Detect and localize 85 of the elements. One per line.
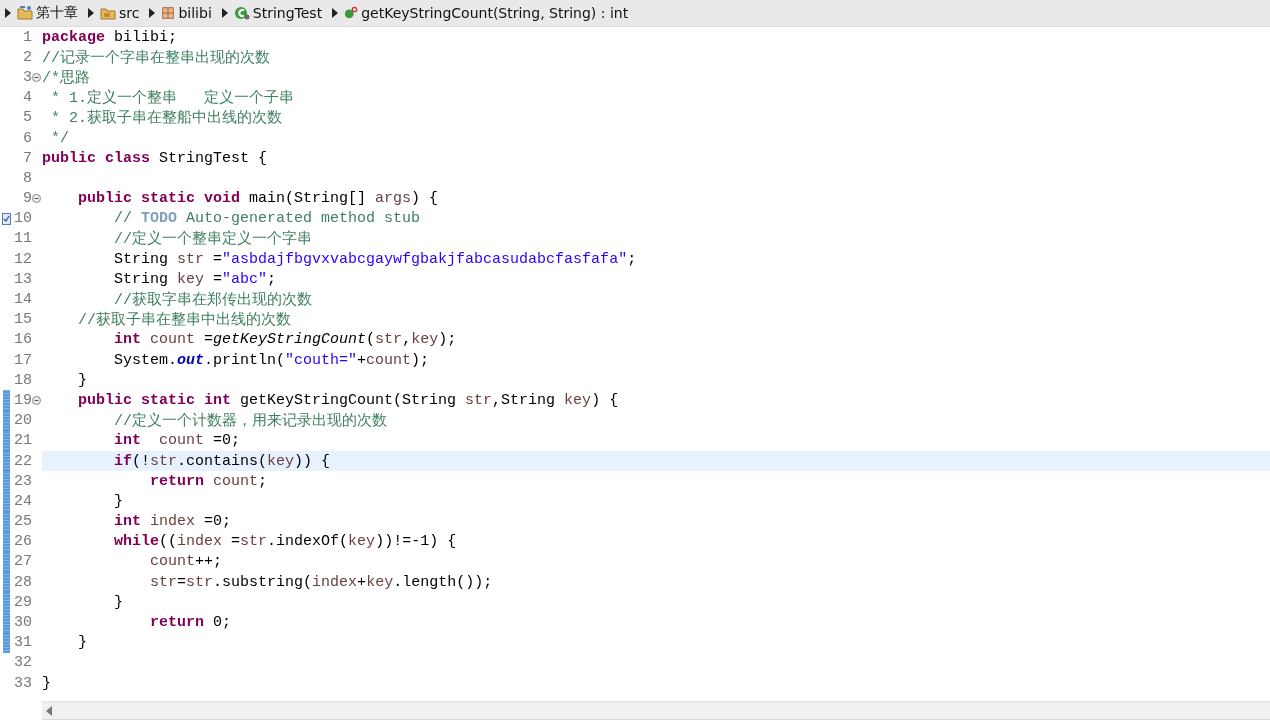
line-number: 10 bbox=[13, 210, 32, 228]
line-number: 7 bbox=[22, 149, 32, 167]
code-line: String key ="abc"; bbox=[113, 270, 277, 288]
code-line: //定义一个整串定义一个字串 bbox=[113, 229, 312, 249]
code-line: System.out.println("couth="+count); bbox=[113, 351, 430, 369]
class-icon bbox=[233, 5, 250, 21]
line-number: 18 bbox=[13, 371, 32, 389]
line-number: 2 bbox=[22, 48, 32, 66]
code-line: * 2.获取子串在整船中出线的次数 bbox=[50, 108, 282, 128]
code-line: //定义一个计数器，用来记录出现的次数 bbox=[113, 411, 387, 431]
code-line: public class StringTest { bbox=[42, 149, 268, 167]
line-number: 8 bbox=[22, 169, 32, 187]
breadcrumb-item[interactable]: src bbox=[100, 5, 144, 21]
line-number: 31 bbox=[13, 634, 32, 652]
code-line: return count; bbox=[149, 472, 268, 490]
line-number: 22 bbox=[13, 452, 32, 470]
package-icon bbox=[161, 6, 176, 20]
code-line: if(!str.contains(key)) { bbox=[113, 452, 331, 470]
fold-icon[interactable] bbox=[32, 72, 41, 82]
code-line: //记录一个字串在整串出现的次数 bbox=[42, 48, 270, 67]
fold-icon[interactable] bbox=[32, 395, 41, 405]
line-number: 4 bbox=[22, 89, 32, 107]
breadcrumb-item[interactable]: StringTest bbox=[233, 5, 327, 21]
line-number: 23 bbox=[13, 472, 32, 490]
code-line: /*思路 bbox=[42, 68, 90, 87]
line-number: 1 bbox=[22, 28, 32, 46]
scroll-left-icon[interactable] bbox=[46, 705, 52, 716]
line-number: 3 bbox=[22, 68, 32, 86]
line-number: 25 bbox=[13, 513, 32, 531]
code-line: int count =0; bbox=[113, 432, 241, 450]
line-number: 15 bbox=[13, 311, 32, 329]
line-number: 12 bbox=[13, 250, 32, 268]
code-line: //获取子串在整串中出线的次数 bbox=[77, 310, 291, 330]
code-line: //获取字串在郑传出现的次数 bbox=[113, 290, 312, 310]
code-line: public static int getKeyStringCount(String str,String key) { bbox=[77, 391, 619, 409]
line-number: 30 bbox=[13, 614, 32, 632]
line-number: 17 bbox=[13, 351, 32, 369]
task-marker-icon[interactable] bbox=[2, 212, 11, 225]
breadcrumb-item[interactable]: getKeyStringCount(String, String) : int bbox=[344, 5, 633, 21]
code-line: count++; bbox=[149, 553, 223, 571]
line-number: 13 bbox=[13, 270, 32, 288]
project-folder-icon bbox=[17, 5, 33, 21]
caret-icon[interactable] bbox=[5, 8, 11, 18]
line-number: 24 bbox=[13, 492, 32, 510]
line-number: 21 bbox=[13, 432, 32, 450]
method-icon bbox=[344, 6, 359, 20]
line-number: 20 bbox=[13, 412, 32, 430]
code-line: public static void main(String[] args) { bbox=[77, 190, 439, 208]
caret-icon[interactable] bbox=[88, 8, 94, 18]
code-line: return 0; bbox=[149, 614, 232, 632]
caret-icon[interactable] bbox=[149, 8, 156, 18]
code-line: while((index =str.indexOf(key))!=-1) { bbox=[113, 533, 457, 551]
line-number: 11 bbox=[13, 230, 32, 248]
code-line: package bilibi; bbox=[42, 28, 178, 46]
line-number: 5 bbox=[22, 109, 32, 127]
line-number: 33 bbox=[13, 674, 32, 692]
horizontal-scrollbar[interactable] bbox=[42, 701, 1270, 720]
line-number: 26 bbox=[13, 533, 32, 551]
line-number: 16 bbox=[13, 331, 32, 349]
line-number: 28 bbox=[13, 573, 32, 591]
line-number: 9 bbox=[22, 190, 32, 208]
caret-icon[interactable] bbox=[332, 8, 339, 18]
line-number: 32 bbox=[13, 654, 32, 672]
line-number: 14 bbox=[13, 291, 32, 309]
code-line: } bbox=[42, 674, 51, 692]
code-line: String str ="asbdajfbgvxvabcgaywfgbakjfabcasudabcfasfafa"; bbox=[113, 250, 637, 268]
code-line: int count =getKeyStringCount(str,key); bbox=[113, 331, 457, 349]
breadcrumb-item[interactable]: bilibi bbox=[161, 5, 216, 21]
code-line: str=str.substring(index+key.length()); bbox=[149, 573, 493, 591]
line-number: 27 bbox=[13, 553, 32, 571]
code-line: int index =0; bbox=[113, 513, 232, 531]
code-line: } bbox=[77, 634, 87, 652]
code-line: } bbox=[77, 371, 87, 389]
code-line: */ bbox=[50, 129, 69, 147]
code-line: } bbox=[113, 492, 123, 510]
line-number: 6 bbox=[22, 129, 32, 147]
code-line: // TODO Auto-generated method stub bbox=[113, 210, 421, 228]
code-line: * 1.定义一个整串 定义一个子串 bbox=[50, 88, 294, 108]
code-line: } bbox=[113, 593, 123, 611]
caret-icon[interactable] bbox=[221, 8, 228, 18]
breadcrumb-item[interactable]: 第十章 bbox=[17, 4, 82, 22]
line-number: 19 bbox=[13, 391, 32, 409]
line-number: 29 bbox=[13, 593, 32, 611]
fold-icon[interactable] bbox=[32, 194, 41, 204]
source-folder-icon bbox=[100, 5, 116, 21]
